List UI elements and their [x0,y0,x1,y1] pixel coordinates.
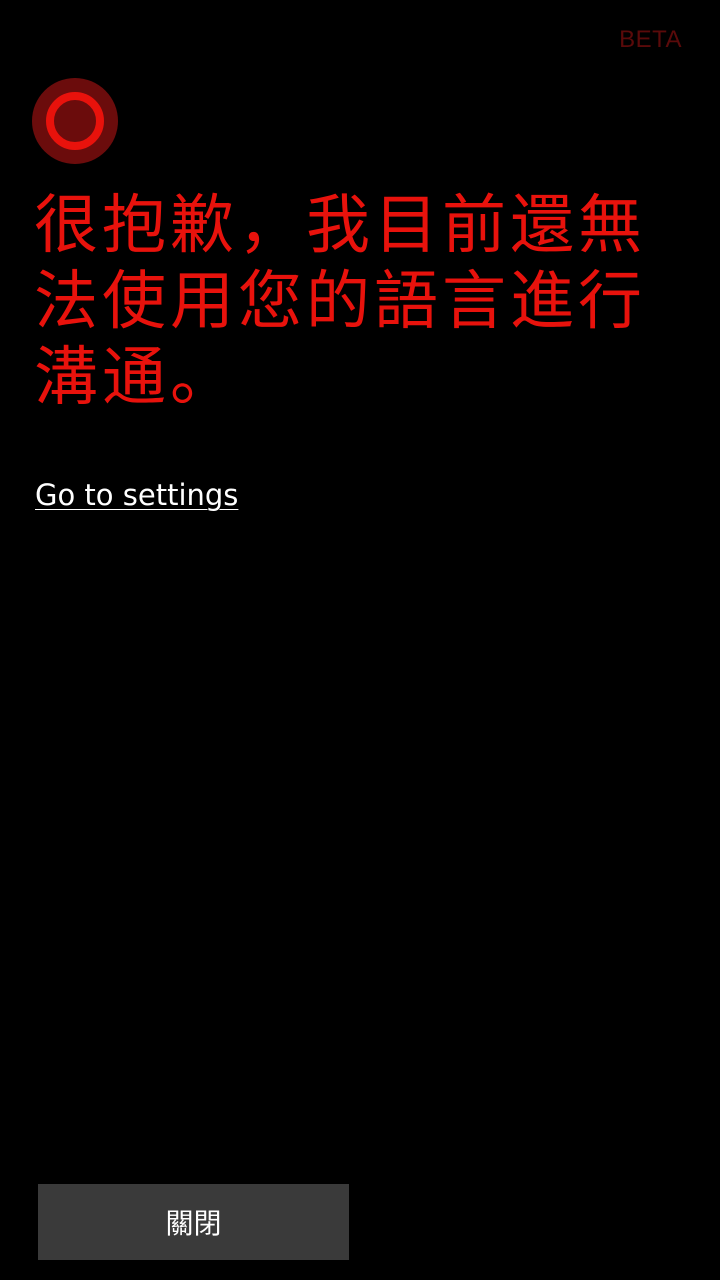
error-message: 很抱歉，我目前還無法使用您的語言進行溝通。 [34,189,646,415]
cortana-ring-icon [32,78,118,164]
beta-badge: BETA [619,26,682,53]
close-button[interactable]: 關閉 [38,1184,349,1260]
cortana-logo-icon [32,78,118,164]
go-to-settings-link[interactable]: Go to settings [35,478,238,512]
